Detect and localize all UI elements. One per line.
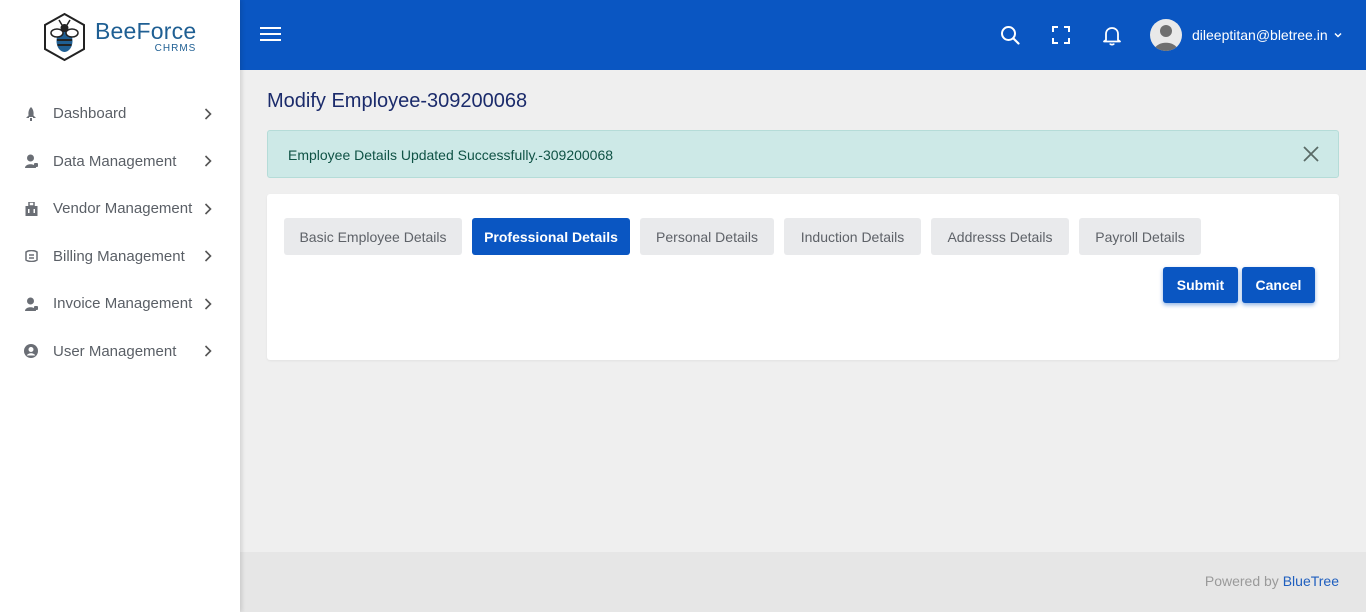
chevron-right-icon xyxy=(204,203,216,215)
sidebar-item-label: Dashboard xyxy=(53,105,127,123)
sidebar-item-data-management[interactable]: Data Management xyxy=(0,138,240,186)
sidebar-item-label: Invoice Management xyxy=(53,295,193,313)
fullscreen-icon[interactable] xyxy=(1050,24,1072,46)
user-circle-icon xyxy=(24,344,38,359)
sidebar: BeeForce CHRMS Dashboard Data Management… xyxy=(0,0,240,612)
top-bar: dileeptitan@bletree.in xyxy=(240,0,1366,70)
footer-credit: Powered by BlueTree xyxy=(1205,573,1339,589)
sidebar-item-label: Billing Management xyxy=(53,247,185,265)
chevron-right-icon xyxy=(204,108,216,120)
close-icon[interactable] xyxy=(1302,145,1320,163)
footer-prefix: Powered by xyxy=(1204,573,1283,589)
tab-address-details[interactable]: Addresss Details xyxy=(931,218,1069,255)
success-alert: Employee Details Updated Successfully.-3… xyxy=(267,130,1339,178)
footer: Powered by BlueTree xyxy=(240,552,1366,612)
billing-icon xyxy=(24,249,38,263)
employee-form-card: Basic Employee Details Professional Deta… xyxy=(267,194,1339,360)
search-icon[interactable] xyxy=(999,24,1021,46)
hamburger-menu-icon[interactable] xyxy=(260,25,281,43)
user-email: dileeptitan@bletree.in xyxy=(1192,27,1328,43)
user-menu[interactable]: dileeptitan@bletree.in xyxy=(1150,19,1343,51)
chevron-right-icon xyxy=(204,250,216,262)
sidebar-item-label: Data Management xyxy=(53,152,177,170)
tab-induction-details[interactable]: Induction Details xyxy=(784,218,921,255)
chevron-right-icon xyxy=(204,345,216,357)
sidebar-menu: Dashboard Data Management Vendor Managem… xyxy=(0,90,240,375)
tab-personal-details[interactable]: Personal Details xyxy=(640,218,774,255)
sidebar-item-billing-management[interactable]: Billing Management xyxy=(0,233,240,281)
brand-logo[interactable]: BeeForce CHRMS xyxy=(42,12,196,62)
chevron-right-icon xyxy=(204,155,216,167)
footer-link[interactable]: BlueTree xyxy=(1283,573,1339,589)
tab-professional-details[interactable]: Professional Details xyxy=(472,218,630,255)
submit-button[interactable]: Submit xyxy=(1163,267,1238,303)
cancel-button[interactable]: Cancel xyxy=(1242,267,1315,303)
sidebar-item-invoice-management[interactable]: Invoice Management xyxy=(0,280,240,328)
chevron-right-icon xyxy=(204,298,216,310)
alert-message: Employee Details Updated Successfully.-3… xyxy=(288,147,614,163)
tab-basic-employee-details[interactable]: Basic Employee Details xyxy=(284,218,462,255)
brand-name: BeeForce xyxy=(95,18,197,44)
notification-bell-icon[interactable] xyxy=(1101,24,1123,46)
user-avatar-icon xyxy=(1154,25,1178,51)
building-icon xyxy=(24,201,38,216)
sidebar-item-label: User Management xyxy=(53,342,177,360)
tab-payroll-details[interactable]: Payroll Details xyxy=(1079,218,1201,255)
sidebar-item-vendor-management[interactable]: Vendor Management xyxy=(0,185,240,233)
user-icon xyxy=(24,154,38,169)
avatar xyxy=(1150,19,1182,51)
sidebar-item-label: Vendor Management xyxy=(53,200,193,218)
chevron-down-icon xyxy=(1334,32,1342,38)
user-icon xyxy=(24,297,38,311)
sidebar-item-dashboard[interactable]: Dashboard xyxy=(0,90,240,138)
brand-sub: CHRMS xyxy=(154,43,197,54)
bee-logo-icon xyxy=(44,12,85,62)
sidebar-item-user-management[interactable]: User Management xyxy=(0,328,240,376)
rocket-icon xyxy=(24,106,38,121)
page-title: Modify Employee-309200068 xyxy=(267,90,528,112)
